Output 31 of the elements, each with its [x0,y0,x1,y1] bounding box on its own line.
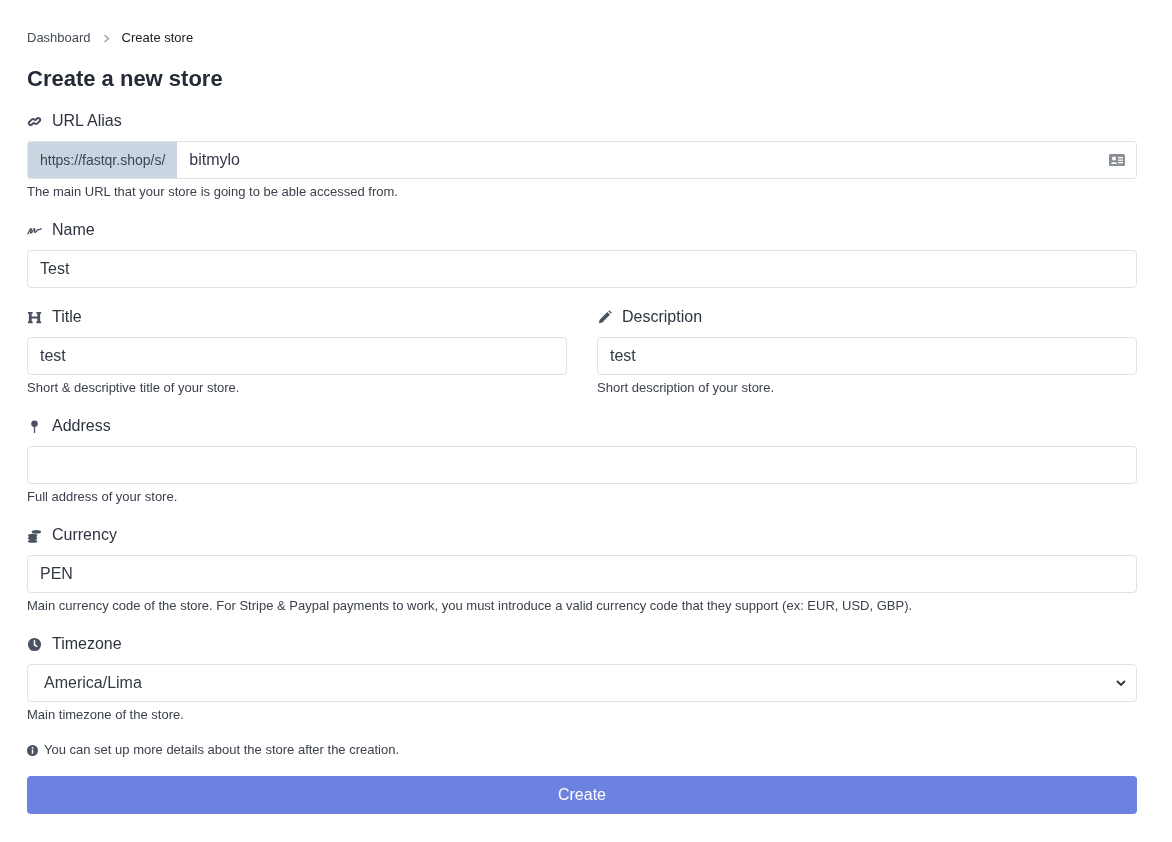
pencil-icon [597,309,612,325]
field-label: Name [52,220,95,240]
help-text: Full address of your store. [27,488,179,506]
field-label: Address [52,416,111,436]
help-text: Short description of your store. [597,379,776,397]
chevron-down-icon [1116,679,1126,687]
field-label: Timezone [52,634,122,654]
field-label: Description [622,307,703,327]
address-input[interactable] [27,446,1137,484]
help-text: Short & descriptive title of your store. [27,379,241,397]
clock-icon [27,636,42,652]
name-input[interactable]: Test [27,250,1137,288]
heading-icon [27,309,42,325]
breadcrumb-link[interactable]: Dashboard [27,29,91,47]
info-icon [27,744,38,756]
help-text: The main URL that your store is going to be able accessed from. [27,183,399,201]
page-title: Create a new store [27,65,224,93]
field-label: Title [52,307,82,327]
create-button[interactable]: Create [27,776,1137,814]
field-label: URL Alias [52,111,122,131]
help-text: Main currency code of the store. For Stripe & Paypal payments to work, you must introduce a valid currency code that they support (ex: EUR, USD, GBP). [27,597,914,615]
help-text: Main timezone of the store. [27,706,185,724]
coins-icon [27,527,42,543]
currency-input[interactable]: PEN [27,555,1137,593]
info-note: You can set up more details about the store after the creation. [44,741,400,759]
title-input[interactable]: test [27,337,567,375]
breadcrumb-link[interactable]: Create store [121,29,194,47]
timezone-select[interactable]: America/Lima [27,664,1137,702]
field-label: Currency [52,525,117,545]
description-input[interactable]: test [597,337,1137,375]
chevron-icon [102,33,110,43]
